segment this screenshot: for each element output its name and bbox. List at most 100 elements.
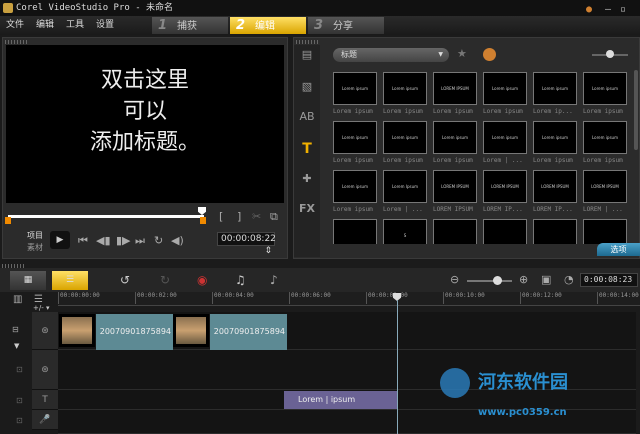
enlarge-icon[interactable]: ⧉ [270,210,278,224]
split-icon[interactable]: ✂ [252,210,261,223]
title-preset[interactable]: Lorem ipsum Lorem ipsum [483,72,529,115]
title-preset[interactable] [533,219,579,244]
zoom-slider-knob[interactable] [493,276,502,285]
title-preset[interactable]: Lorem Ipsum Lorem | ... [383,170,429,213]
play-button[interactable]: ▶ [50,231,70,249]
title-preset[interactable]: S [383,219,429,244]
timeline-ruler[interactable]: 00:00:00:00 00:00:02:00 00:00:04:00 00:00:0… [58,292,640,306]
title-clip[interactable]: Lorem | ipsum [284,391,398,409]
end-icon[interactable]: ⏭ [135,234,145,248]
title-preset-thumbnail [433,219,477,244]
title-preset-label: Lorem | ... [383,206,423,213]
options-button[interactable]: 选项 [597,243,640,256]
zoom-out-icon[interactable]: ⊖ [450,273,459,286]
title-preset[interactable]: Lorem ipsum Lorem ipsum [333,121,379,164]
menu-tools[interactable]: 工具 [66,16,84,35]
title-preset[interactable]: Lorem ipsum Lorem ipsum [383,121,429,164]
preview-text-line: 双击这里 [100,68,189,93]
category-value: 标题 [341,50,357,59]
duration-clock-icon[interactable]: ◔ [564,273,574,286]
graphic-icon[interactable]: ✚ [296,172,318,190]
step-number: 3 [314,18,324,33]
video-clip[interactable]: 20070901875894 [96,314,173,350]
clip-mode-label[interactable]: 素材 [27,242,43,253]
timeline-timecode: 0:00:08:23 [580,273,638,287]
title-preset[interactable]: LOREM IPSUM LOREM IP... [483,170,529,213]
volume-icon[interactable]: ◀) [171,234,184,247]
timecode-display[interactable]: 00:00:08:22 ⇕ [217,232,276,256]
record-capture-icon[interactable]: ◉ [197,273,207,287]
title-preset[interactable] [583,219,629,244]
title-preset[interactable] [483,219,529,244]
title-icon[interactable]: T [296,141,318,159]
expand-track-icon[interactable]: ▼ [14,342,19,350]
title-preset[interactable]: Lorem ipsum Lorem ipsum [583,72,629,115]
zoom-slider[interactable] [467,280,512,282]
redo-icon[interactable]: ↻ [160,273,170,287]
menu-settings[interactable]: 设置 [96,16,114,35]
video-clip[interactable]: 20070901875894 [210,314,287,350]
video-track-icon: ⊛ [32,312,58,350]
auto-music-icon[interactable]: ♪ [270,273,278,287]
fx-icon[interactable]: FX [296,202,318,220]
tab-capture[interactable]: 1 捕获 [152,17,228,34]
trim-start-handle[interactable] [5,217,11,224]
track-manager-icon[interactable]: ▥ [13,294,22,305]
scrub-bar[interactable] [8,215,204,218]
title-preset[interactable]: LOREM IPSUM LOREM IPSUM [433,170,479,213]
title-preset[interactable]: Lorem ipsum Lorem ipsum [583,121,629,164]
previous-frame-icon[interactable]: ◀▮ [96,234,111,247]
timecode-spinner-icon[interactable]: ⇕ [264,245,274,257]
ripple-lock-icon[interactable]: ⊡ [16,365,23,374]
title-preset[interactable]: Lorem ipsum Lorem | ... [483,121,529,164]
preview-window[interactable]: 双击这里 可以 添加标题。 [6,45,284,203]
add-favorite-icon[interactable]: ★ [457,47,467,60]
repeat-icon[interactable]: ↻ [154,234,163,247]
timeline-view-button[interactable]: ☰ [52,271,88,290]
title-preset[interactable]: Lorem ipsum Lorem ipsum [533,121,579,164]
lock-ripple-icon[interactable]: ⊟ [12,325,19,334]
menu-edit[interactable]: 编辑 [36,16,54,35]
title-preset[interactable]: Lorem ipsum Lorem ip... [533,72,579,115]
title-preset[interactable]: LOREM IPSUM Lorem ipsum [433,72,479,115]
undo-icon[interactable]: ↺ [120,273,130,287]
next-frame-icon[interactable]: ▮▶ [116,234,131,247]
title-preset-thumbnail: Lorem ipsum [483,121,527,154]
title-preset[interactable] [433,219,479,244]
title-preset-label: LOREM IPSUM [433,206,473,213]
title-preset[interactable]: Lorem ipsum Lorem ipsum [333,72,379,115]
menu-file[interactable]: 文件 [6,16,24,35]
title-preset[interactable]: LOREM IPSUM LOREM IP... [533,170,579,213]
title-preset[interactable]: Lorem ipsum Lorem ipsum [333,170,379,213]
panel-grip[interactable] [2,264,26,268]
online-content-icon[interactable] [483,48,496,61]
ripple-lock-icon[interactable]: ⊡ [16,416,23,425]
storyboard-view-button[interactable]: ▦ [10,271,46,290]
category-dropdown[interactable]: 标题 ▼ [333,48,449,62]
sound-mixer-icon[interactable]: ♫ [235,273,246,287]
ripple-lock-icon[interactable]: ⊡ [16,396,23,405]
zoom-controls[interactable]: +/- ▾ [33,304,50,312]
fit-project-icon[interactable]: ▣ [541,273,551,286]
zoom-in-icon[interactable]: ⊕ [519,273,528,286]
mark-out-button[interactable]: ] [237,210,241,223]
title-preset[interactable] [333,219,379,244]
tab-edit[interactable]: 2 编辑 [230,17,306,34]
project-mode-label[interactable]: 项目 [27,230,43,241]
transition-icon[interactable]: ▧ [296,80,318,98]
title-preset[interactable]: Lorem ipsum Lorem ipsum [433,121,479,164]
mark-in-button[interactable]: [ [219,210,223,223]
filter-icon[interactable]: AB [296,110,318,128]
panel-grip[interactable] [296,40,320,44]
chevron-down-icon: ▼ [438,51,443,58]
library-scrollbar[interactable] [634,70,638,150]
title-preset[interactable]: LOREM IPSUM LOREM | ... [583,170,629,213]
home-icon[interactable]: ⏮ [78,234,88,248]
panel-grip[interactable] [5,40,29,44]
media-icon[interactable]: ▤ [296,48,318,66]
title-preset-thumbnail [533,219,577,244]
slider-knob[interactable] [606,50,614,58]
trim-end-handle[interactable] [200,217,206,224]
tab-share[interactable]: 3 分享 [308,17,384,34]
title-preset[interactable]: Lorem ipsum Lorem ipsum [383,72,429,115]
